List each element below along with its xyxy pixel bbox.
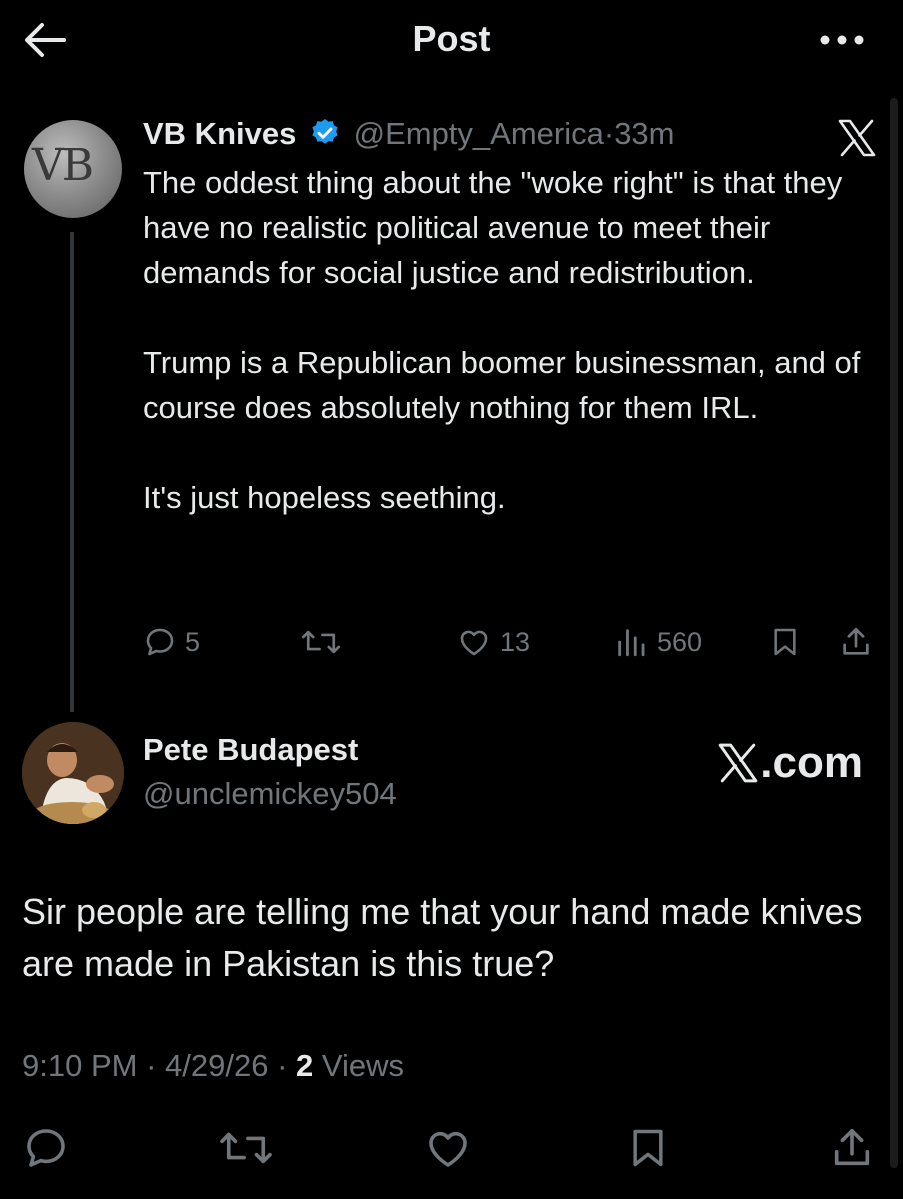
share-icon (843, 627, 869, 655)
like-button[interactable]: 13 (456, 620, 530, 664)
post-time[interactable]: 9:10 PM (22, 1048, 137, 1083)
reply-author-handle[interactable]: @unclemickey504 (143, 776, 397, 812)
tweet-paragraph: It's just hopeless seething. (143, 480, 506, 515)
brand-suffix: .com (760, 738, 863, 787)
share-button[interactable] (839, 620, 873, 664)
tweet-author-row: VB Knives @Empty_America·33m (143, 114, 675, 154)
retweet-button[interactable] (301, 620, 341, 664)
page-title: Post (412, 18, 491, 59)
bookmark-icon (774, 628, 796, 656)
x-logo-icon (718, 743, 758, 783)
bookmark-button[interactable] (620, 1120, 676, 1176)
reply-button[interactable]: 5 (143, 620, 200, 664)
like-count: 13 (500, 626, 531, 657)
views-count: 2 (296, 1048, 314, 1083)
share-icon (834, 1128, 870, 1166)
views-count: 560 (657, 626, 703, 657)
reply-count: 5 (185, 626, 201, 657)
tweet-actions: 5 13 560 (143, 620, 883, 664)
reply-icon (27, 1129, 65, 1167)
bookmark-icon (633, 1129, 663, 1167)
author-handle[interactable]: @Empty_America (354, 116, 604, 151)
avatar[interactable]: VB (24, 120, 122, 218)
tweet-paragraph: Trump is a Republican boomer businessman… (143, 345, 861, 425)
tweet-paragraph: The oddest thing about the "woke right" … (143, 165, 843, 290)
verified-badge-icon (312, 119, 338, 144)
retweet-button[interactable] (218, 1120, 274, 1176)
reply-author-name[interactable]: Pete Budapest (143, 732, 358, 768)
reply-button[interactable] (18, 1120, 74, 1176)
author-name[interactable]: VB Knives (143, 116, 296, 151)
views-button[interactable]: 560 (613, 620, 702, 664)
tweet-time[interactable]: 33m (614, 116, 674, 151)
reply-avatar[interactable] (22, 722, 124, 824)
reply-body: Sir people are telling me that your hand… (22, 891, 863, 984)
separator: · (146, 1048, 157, 1083)
retweet-icon (220, 1132, 272, 1164)
more-icon (820, 35, 864, 45)
x-logo (837, 118, 877, 158)
separator: · (277, 1048, 288, 1083)
reply-icon (146, 628, 174, 656)
like-icon (460, 630, 488, 656)
x-logo-icon (838, 119, 876, 157)
post-metadata: 9:10 PM · 4/29/26 · 2 Views (22, 1048, 404, 1084)
separator: · (603, 116, 615, 151)
views-icon (618, 629, 645, 657)
like-button[interactable] (420, 1120, 476, 1176)
scrollbar[interactable] (890, 98, 898, 1168)
x-com-brand: .com (716, 738, 863, 788)
share-button[interactable] (824, 1120, 880, 1176)
thread-connector (70, 232, 74, 712)
avatar-photo (22, 722, 124, 824)
tweet-body: The oddest thing about the "woke right" … (143, 160, 883, 520)
views-label: Views (321, 1048, 405, 1083)
post-actions (0, 1120, 903, 1176)
like-icon (429, 1131, 467, 1167)
avatar-monogram: VB (32, 140, 94, 191)
more-options-button[interactable] (819, 30, 865, 50)
post-date[interactable]: 4/29/26 (165, 1048, 268, 1083)
bookmark-button[interactable] (769, 620, 801, 664)
retweet-icon (301, 630, 341, 654)
